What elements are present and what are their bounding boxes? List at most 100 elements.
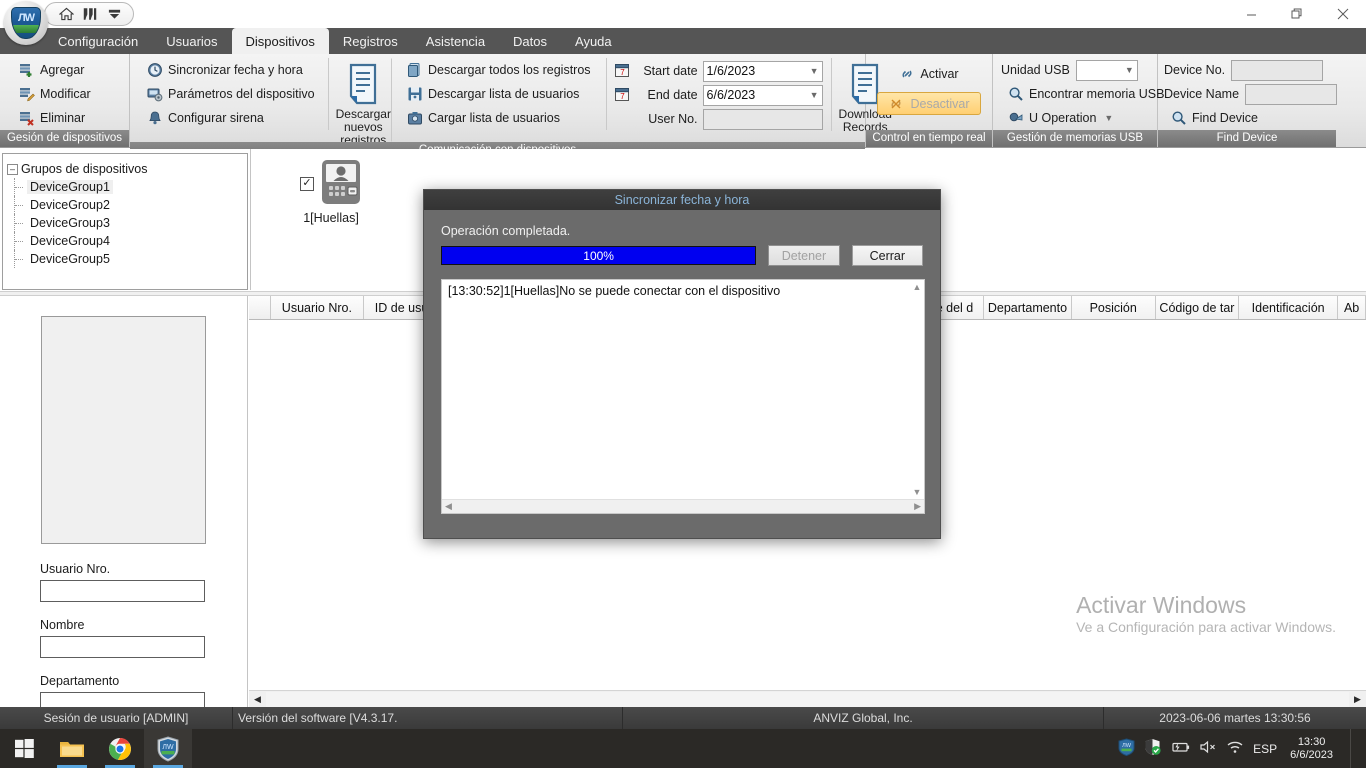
user-name-input[interactable] (40, 636, 205, 658)
scroll-left-icon[interactable]: ◀ (249, 691, 266, 708)
volume-muted-icon[interactable] (1199, 740, 1217, 757)
user-name-label: Nombre (40, 618, 85, 632)
stop-button[interactable]: Detener (768, 245, 840, 266)
taskbar-anviz-app[interactable]: ЛW (144, 729, 192, 768)
configure-siren-button[interactable]: Configurar sirena (140, 106, 322, 130)
tree-item-label: DeviceGroup5 (30, 252, 110, 266)
find-usb-memory-button[interactable]: Encontrar memoria USB (1001, 82, 1171, 106)
start-date-input[interactable]: 1/6/2023 ▼ (702, 60, 823, 82)
start-date-dropdown-icon[interactable]: ▼ (810, 66, 819, 76)
group-title-realtime-control: Control en tiempo real (866, 130, 992, 147)
u-operation-label: U Operation (1029, 111, 1097, 125)
end-date-dropdown-icon[interactable]: ▼ (810, 90, 819, 100)
taskbar-clock[interactable]: 13:30 6/6/2023 (1286, 736, 1341, 762)
tree-root-row[interactable]: – Grupos de dispositivos (7, 160, 243, 178)
status-version: Versión del software [V4.3.17. (233, 707, 623, 729)
tab-registros[interactable]: Registros (329, 28, 412, 54)
tab-configuracion[interactable]: Configuración (44, 28, 152, 54)
chevron-down-icon[interactable] (103, 4, 125, 24)
sync-datetime-label: Sincronizar fecha y hora (168, 63, 303, 77)
device-name-input[interactable] (1245, 83, 1338, 105)
minimize-button[interactable] (1228, 0, 1274, 28)
scroll-up-icon[interactable]: ▲ (910, 280, 924, 294)
clock-icon (147, 62, 163, 78)
tab-ayuda[interactable]: Ayuda (561, 28, 626, 54)
device-parameters-button[interactable]: Parámetros del dispositivo (140, 82, 322, 106)
usb-drive-dropdown-icon[interactable]: ▼ (1125, 65, 1134, 75)
add-device-icon (19, 62, 35, 78)
grid-horizontal-scrollbar[interactable]: ◀ ▶ (249, 690, 1366, 708)
collapse-icon[interactable]: – (7, 163, 18, 175)
battery-icon[interactable] (1170, 740, 1190, 757)
scroll-left-icon[interactable]: ◀ (445, 501, 452, 512)
download-all-records-button[interactable]: Descargar todos los registros (400, 58, 598, 82)
close-dialog-button[interactable]: Cerrar (851, 245, 924, 266)
deactivate-button[interactable]: Desactivar (877, 92, 981, 115)
download-new-records-button[interactable]: Descargar nuevos registros (335, 58, 392, 147)
close-button[interactable] (1320, 0, 1366, 28)
tree-item-devicegroup5[interactable]: DeviceGroup5 (7, 250, 243, 268)
tree-item-devicegroup4[interactable]: DeviceGroup4 (7, 232, 243, 250)
device-no-input[interactable] (1231, 59, 1324, 81)
column-header-posicion[interactable]: Posición (1071, 296, 1156, 319)
delete-device-icon (19, 110, 35, 126)
restore-button[interactable] (1274, 0, 1320, 28)
usb-operation-icon (1008, 110, 1024, 126)
tab-asistencia[interactable]: Asistencia (412, 28, 499, 54)
security-shield-icon[interactable] (1144, 738, 1161, 759)
user-no-input[interactable] (702, 108, 823, 130)
link-icon (899, 66, 915, 82)
home-icon[interactable] (55, 4, 77, 24)
title-bar: ЛW (0, 0, 1366, 45)
device-tile[interactable]: ✓ 1[Huellas] (281, 159, 381, 225)
end-date-input[interactable]: 6/6/2023 ▼ (702, 84, 823, 106)
tab-usuarios[interactable]: Usuarios (152, 28, 231, 54)
download-user-list-button[interactable]: Descargar lista de usuarios (400, 82, 598, 106)
calendar-icon: 7 (614, 87, 631, 103)
column-header-usuario-nro[interactable]: Usuario Nro. (270, 296, 364, 319)
user-number-input[interactable] (40, 580, 205, 602)
add-device-button[interactable]: Agregar (12, 58, 98, 82)
language-indicator[interactable]: ESP (1253, 742, 1277, 756)
edit-device-button[interactable]: Modificar (12, 82, 98, 106)
activate-button[interactable]: Activar (892, 62, 965, 86)
svg-text:7: 7 (620, 92, 625, 101)
column-header-departamento[interactable]: Departamento (984, 296, 1072, 319)
sync-datetime-button[interactable]: Sincronizar fecha y hora (140, 58, 322, 82)
taskbar-chrome[interactable] (96, 729, 144, 768)
column-header-ab[interactable]: Ab (1338, 296, 1366, 319)
upload-user-list-button[interactable]: Cargar lista de usuarios (400, 106, 598, 130)
tree-item-devicegroup2[interactable]: DeviceGroup2 (7, 196, 243, 214)
tab-dispositivos[interactable]: Dispositivos (231, 28, 329, 54)
find-device-button[interactable]: Find Device (1164, 106, 1265, 130)
department-label: Departamento (40, 674, 120, 688)
u-operation-dropdown-icon[interactable]: ▼ (1104, 113, 1113, 123)
scroll-track[interactable] (266, 690, 1349, 708)
start-button[interactable] (0, 729, 48, 768)
scroll-right-icon[interactable]: ▶ (1349, 691, 1366, 708)
log-vertical-scrollbar[interactable]: ▲ ▼ (910, 280, 924, 499)
taskbar-file-explorer[interactable] (48, 729, 96, 768)
usb-drive-select[interactable]: ▼ (1075, 59, 1138, 81)
device-checkbox[interactable]: ✓ (300, 176, 314, 191)
tab-datos[interactable]: Datos (499, 28, 561, 54)
users-icon[interactable] (79, 4, 101, 24)
dialog-status-text: Operación completada. (441, 224, 571, 238)
scroll-down-icon[interactable]: ▼ (910, 485, 924, 499)
delete-device-button[interactable]: Eliminar (12, 106, 98, 130)
scroll-right-icon[interactable]: ▶ (914, 501, 921, 512)
tree-item-devicegroup1[interactable]: DeviceGroup1 (7, 178, 243, 196)
dialog-log-box[interactable]: [13:30:52]1[Huellas]No se puede conectar… (441, 279, 925, 514)
anviz-tray-icon[interactable]: ЛW (1118, 738, 1135, 759)
ribbon: Agregar Modificar Eliminar Gesión de dis… (0, 54, 1366, 159)
column-header-identificacion[interactable]: Identificación (1239, 296, 1339, 319)
tree-item-devicegroup3[interactable]: DeviceGroup3 (7, 214, 243, 232)
device-groups-tree[interactable]: – Grupos de dispositivos DeviceGroup1 De… (2, 153, 248, 290)
show-desktop-button[interactable] (1350, 729, 1358, 768)
wifi-icon[interactable] (1226, 740, 1244, 757)
column-header-codigo-de-tarjeta[interactable]: Código de tar (1155, 296, 1240, 319)
taskbar: ЛW ЛW ESP 13:30 6/6/2023 (0, 729, 1366, 768)
grid-select-all-corner[interactable] (249, 296, 271, 319)
u-operation-button[interactable]: U Operation ▼ (1001, 106, 1120, 130)
log-horizontal-scrollbar[interactable]: ◀ ▶ (442, 499, 924, 513)
